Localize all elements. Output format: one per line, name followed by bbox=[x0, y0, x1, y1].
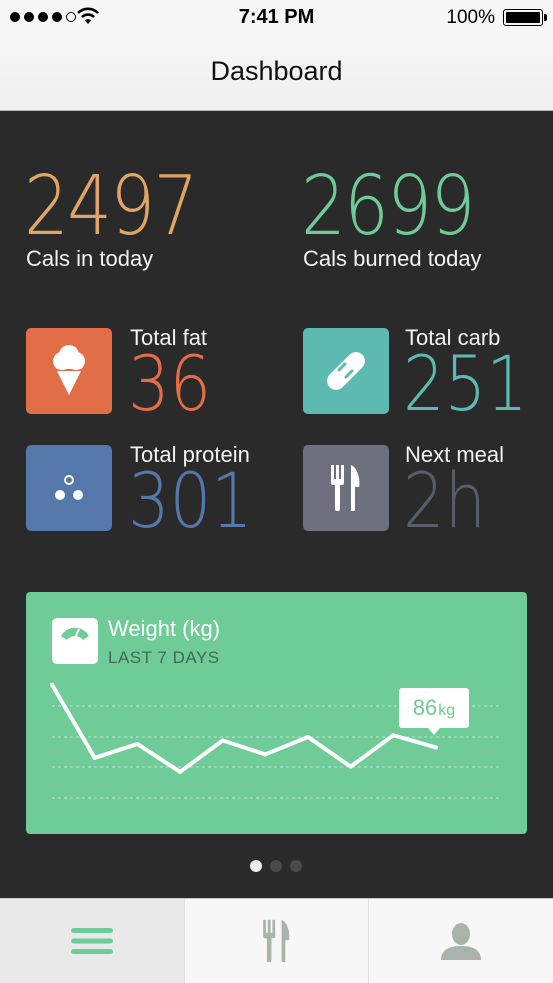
ice-cream-icon bbox=[53, 345, 85, 395]
page-dot-3[interactable] bbox=[290, 860, 302, 872]
cals-in-value: 2497 bbox=[24, 159, 198, 254]
weight-data-point bbox=[50, 682, 54, 687]
cals-burned-value: 2699 bbox=[301, 159, 475, 254]
weight-series-line bbox=[50, 683, 437, 774]
cals-in-label: Cals in today bbox=[26, 246, 154, 271]
page-dot-1[interactable] bbox=[250, 860, 262, 872]
total-carb-value: 251 bbox=[403, 339, 528, 428]
fork-knife-icon bbox=[262, 919, 289, 963]
weight-data-point bbox=[391, 733, 396, 738]
weight-tooltip-unit: kg bbox=[438, 701, 456, 719]
tab-profile[interactable] bbox=[369, 899, 553, 983]
weight-data-point bbox=[220, 738, 225, 743]
next-meal-tile[interactable] bbox=[303, 445, 389, 531]
weight-tooltip: 86 kg bbox=[399, 688, 469, 735]
total-carb-tile[interactable] bbox=[303, 328, 389, 414]
total-protein-value: 301 bbox=[128, 456, 253, 545]
weight-data-point bbox=[263, 752, 268, 757]
weight-data-point bbox=[434, 745, 438, 750]
dots-icon bbox=[55, 475, 83, 500]
weight-card[interactable]: Weight (kg) LAST 7 DAYS 86 kg bbox=[26, 592, 527, 834]
tab-dashboard[interactable] bbox=[0, 899, 185, 983]
total-fat-value: 36 bbox=[128, 339, 212, 428]
weight-data-point bbox=[178, 769, 182, 774]
weight-data-point bbox=[92, 755, 97, 760]
weight-tooltip-value: 86 bbox=[412, 695, 438, 720]
next-meal-value: 2h bbox=[403, 456, 487, 545]
fork-knife-icon bbox=[331, 465, 360, 511]
page-indicator[interactable] bbox=[250, 860, 302, 872]
weight-data-point bbox=[348, 764, 353, 769]
status-bar: 7:41 PM 100% bbox=[0, 0, 553, 34]
navigation-bar: Dashboard bbox=[0, 34, 553, 111]
total-protein-tile[interactable] bbox=[26, 445, 112, 531]
tab-meals[interactable] bbox=[185, 899, 370, 983]
weight-data-point bbox=[306, 735, 310, 739]
total-fat-tile[interactable] bbox=[26, 328, 112, 414]
page-title: Dashboard bbox=[210, 56, 343, 86]
weight-data-point bbox=[135, 741, 140, 746]
cals-burned-label: Cals burned today bbox=[303, 246, 482, 271]
tab-bar bbox=[0, 898, 553, 983]
page-dot-2[interactable] bbox=[270, 860, 282, 872]
menu-icon bbox=[70, 928, 113, 954]
profile-icon bbox=[441, 923, 482, 960]
battery-percentage: 100% bbox=[446, 7, 495, 28]
battery-icon bbox=[503, 9, 547, 26]
bread-icon bbox=[327, 352, 365, 390]
